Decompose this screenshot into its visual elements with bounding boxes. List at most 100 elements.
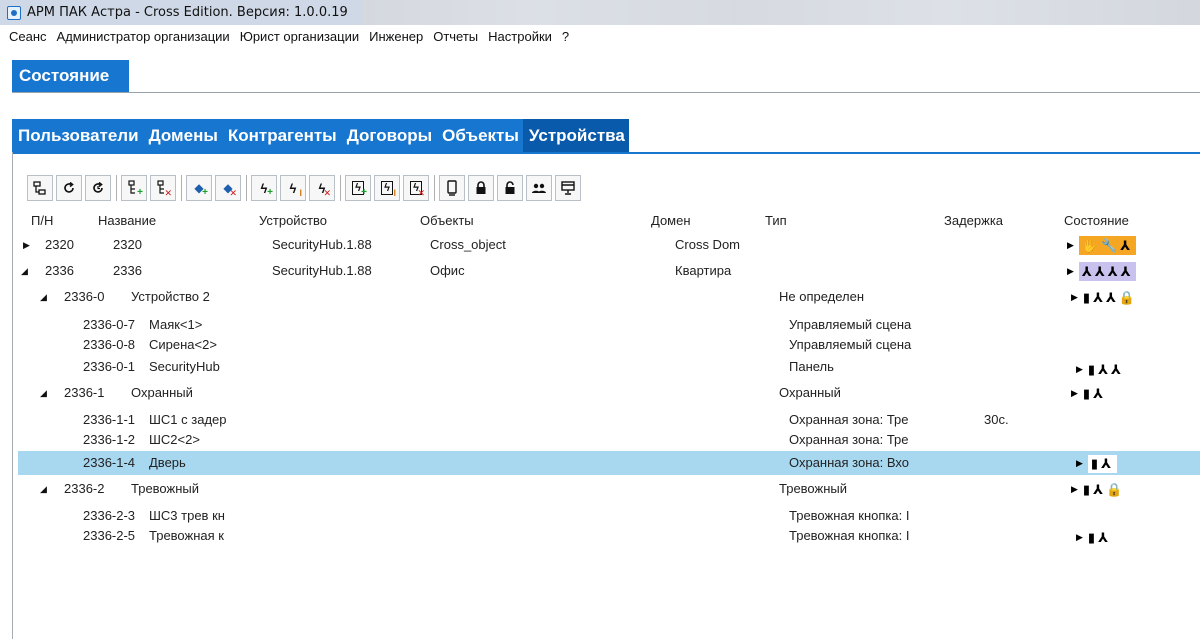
remove-scenario-icon[interactable]: ϟ ✕ xyxy=(403,175,429,201)
cell-type: Панель xyxy=(789,359,834,374)
expand-arrow[interactable]: ▶ xyxy=(1071,388,1078,399)
expand-arrow[interactable]: ▶ xyxy=(1071,292,1078,303)
lock-icon[interactable] xyxy=(468,175,494,201)
expand-arrow[interactable]: ▶ xyxy=(1076,532,1083,543)
battery-icon: ▮ xyxy=(1082,385,1091,401)
table-row-selected[interactable]: 2336-1-4 Дверь Охранная зона: Вхо ▶ ▮ ⅄ xyxy=(18,451,1200,475)
network-icon: ⅄ xyxy=(1107,263,1118,279)
network-icon: ⅄ xyxy=(1120,263,1131,279)
cell-name: Тревожный xyxy=(131,481,199,496)
cell-objects: Cross_object xyxy=(430,237,506,252)
col-delay[interactable]: Задержка xyxy=(944,213,1003,228)
expand-arrow[interactable]: ◢ xyxy=(21,259,28,283)
add-cube-icon[interactable]: ◆ + xyxy=(186,175,212,201)
table-row[interactable]: 2336-1-2 ШС2<2> Охранная зона: Тре xyxy=(18,428,1200,452)
battery-icon: ▮ xyxy=(1082,289,1091,305)
taskbar-strip xyxy=(361,0,1200,25)
toolbar-separator xyxy=(246,175,247,201)
tab-domains[interactable]: Домены xyxy=(143,119,222,153)
cell-domain: Cross Dom xyxy=(675,237,741,252)
network-icon: ⅄ xyxy=(1098,361,1108,377)
main-tabs: Пользователи Домены Контрагенты Договоры… xyxy=(12,119,629,153)
cell-name: Устройство 2 xyxy=(131,289,210,304)
expand-arrow[interactable]: ◢ xyxy=(40,381,47,405)
cell-pn: 2336-0-8 xyxy=(83,337,136,352)
refresh-icon[interactable] xyxy=(56,175,82,201)
divider xyxy=(12,92,1200,93)
tab-contracts[interactable]: Договоры xyxy=(341,119,436,153)
col-objects[interactable]: Объекты xyxy=(420,213,474,228)
expand-arrow[interactable]: ▶ xyxy=(23,233,30,257)
expand-arrow[interactable]: ◢ xyxy=(40,477,47,501)
menu-org-admin[interactable]: Администратор организации xyxy=(52,29,235,44)
users-icon[interactable] xyxy=(526,175,552,201)
cell-type: Охранная зона: Вхо xyxy=(789,455,909,470)
timed-refresh-icon[interactable] xyxy=(85,175,111,201)
cell-pn: 2336 xyxy=(45,263,74,278)
cell-device: SecurityHub.1.88 xyxy=(272,237,372,252)
col-state[interactable]: Состояние xyxy=(1064,213,1129,228)
menu-settings[interactable]: Настройки xyxy=(483,29,557,44)
battery-icon: ▮ xyxy=(1090,455,1099,471)
menu-session[interactable]: Сеанс xyxy=(4,29,52,44)
table-row[interactable]: ◢ 2336-0 Устройство 2 Не определен ▶ ▮ ⅄… xyxy=(18,285,1200,309)
expand-arrow[interactable]: ▶ xyxy=(1076,364,1083,375)
expand-arrow[interactable]: ▶ xyxy=(1071,484,1078,495)
col-device[interactable]: Устройство xyxy=(259,213,327,228)
expand-arrow[interactable]: ▶ xyxy=(1067,266,1074,277)
add-node-icon[interactable]: + xyxy=(121,175,147,201)
col-pn[interactable]: П/Н xyxy=(31,213,53,228)
network-icon: ⅄ xyxy=(1093,481,1103,497)
col-name[interactable]: Название xyxy=(98,213,156,228)
tab-state[interactable]: Состояние xyxy=(12,60,129,93)
state-indicator: ▶ ⅄ ⅄ ⅄ ⅄ xyxy=(1064,262,1139,281)
tab-counterparties[interactable]: Контрагенты xyxy=(222,119,341,153)
table-row[interactable]: ▶ 2320 2320 SecurityHub.1.88 Cross_objec… xyxy=(18,233,1200,257)
state-indicator: ▶ ▮ ⅄ xyxy=(1073,454,1120,473)
menu-help[interactable]: ? xyxy=(557,29,574,44)
network-icon: ⅄ xyxy=(1105,289,1116,305)
lock-icon: 🔒 xyxy=(1105,481,1123,497)
table-row[interactable]: 2336-0-8 Сирена<2> Управляемый сцена xyxy=(18,333,1200,357)
toolbar: + ✕ ◆ + ◆ ✕ ϟ + ϟI ϟ ✕ ϟ + ϟI ϟ ✕ xyxy=(27,173,584,203)
state-indicator: ▶ ▮ ⅄ ⅄ xyxy=(1073,360,1127,379)
tab-devices[interactable]: Устройства xyxy=(522,119,629,153)
device-icon[interactable] xyxy=(439,175,465,201)
frame-border xyxy=(12,152,13,639)
cell-name: Тревожная к xyxy=(149,528,224,543)
state-indicator: ▶ ▮ ⅄ 🔒 xyxy=(1068,480,1128,499)
network-icon: ⅄ xyxy=(1094,263,1105,279)
remove-node-icon[interactable]: ✕ xyxy=(150,175,176,201)
toolbar-separator xyxy=(340,175,341,201)
table-row[interactable]: 2336-2-5 Тревожная к Тревожная кнопка: I… xyxy=(18,524,1200,548)
monitor-icon[interactable] xyxy=(555,175,581,201)
remove-zone-icon[interactable]: ϟ ✕ xyxy=(309,175,335,201)
table-row[interactable]: 2336-0-1 SecurityHub Панель ▶ ▮ ⅄ ⅄ xyxy=(18,355,1200,379)
device-tree-icon[interactable] xyxy=(27,175,53,201)
col-type[interactable]: Тип xyxy=(765,213,787,228)
add-scenario-icon[interactable]: ϟ + xyxy=(345,175,371,201)
table-row[interactable]: ◢ 2336-1 Охранный Охранный ▶ ▮ ⅄ xyxy=(18,381,1200,405)
menu-reports[interactable]: Отчеты xyxy=(428,29,483,44)
menu-engineer[interactable]: Инженер xyxy=(364,29,428,44)
remove-cube-icon[interactable]: ◆ ✕ xyxy=(215,175,241,201)
expand-arrow[interactable]: ▶ xyxy=(1067,240,1074,251)
table-row[interactable]: ◢ 2336-2 Тревожный Тревожный ▶ ▮ ⅄ 🔒 xyxy=(18,477,1200,501)
expand-arrow[interactable]: ◢ xyxy=(40,285,47,309)
unlock-icon[interactable] xyxy=(497,175,523,201)
tab-users[interactable]: Пользователи xyxy=(12,119,143,153)
menu-bar: Сеанс Администратор организации Юрист ор… xyxy=(0,25,1200,47)
expand-arrow[interactable]: ▶ xyxy=(1076,458,1083,469)
toolbar-separator xyxy=(434,175,435,201)
zone-settings-icon[interactable]: ϟI xyxy=(280,175,306,201)
scenario-settings-icon[interactable]: ϟI xyxy=(374,175,400,201)
col-domain[interactable]: Домен xyxy=(651,213,691,228)
menu-org-lawyer[interactable]: Юрист организации xyxy=(235,29,364,44)
tab-objects[interactable]: Объекты xyxy=(436,119,523,153)
add-zone-icon[interactable]: ϟ + xyxy=(251,175,277,201)
table-row[interactable]: ◢ 2336 2336 SecurityHub.1.88 Офис Кварти… xyxy=(18,259,1200,283)
network-icon: ⅄ xyxy=(1110,361,1121,377)
cell-pn: 2336-1 xyxy=(64,385,105,400)
cell-pn: 2336-1-4 xyxy=(83,455,136,470)
state-network: ⅄ ⅄ ⅄ ⅄ xyxy=(1078,262,1137,281)
